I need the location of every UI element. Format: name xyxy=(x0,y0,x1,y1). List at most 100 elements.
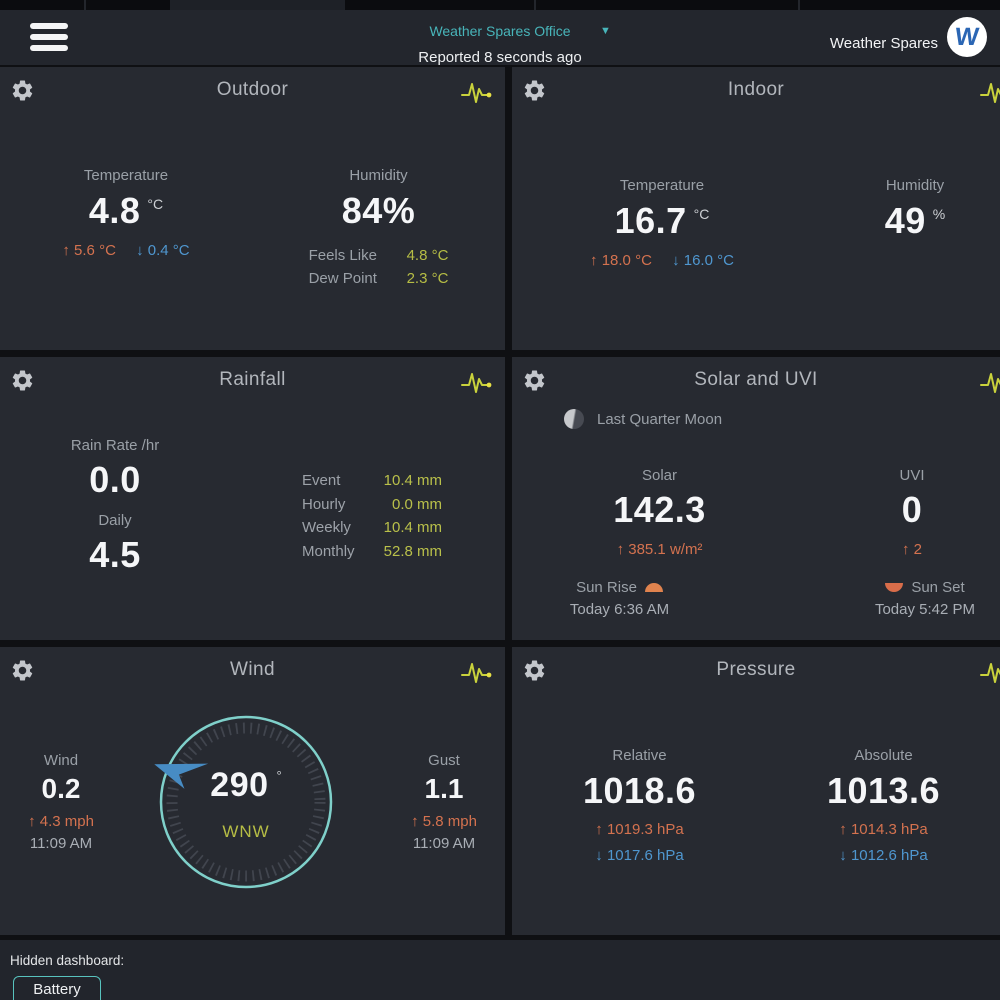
panel-title: Outdoor xyxy=(0,79,505,101)
temperature-low: 16.0 °C xyxy=(684,252,734,269)
rain-daily-label: Daily xyxy=(0,512,230,529)
rain-total-label: Weekly xyxy=(302,516,376,540)
feels-like-label: Feels Like xyxy=(309,244,393,267)
sunrise-time: Today 6:36 AM xyxy=(527,601,712,618)
panel-title: Pressure xyxy=(512,659,1000,681)
wind-gust-block: Gust 1.1 ↑ 5.8 mph 11:09 AM xyxy=(383,752,505,852)
dew-point-value: 2.3 °C xyxy=(407,267,449,290)
sunrise-label: Sun Rise xyxy=(576,579,637,596)
brand-logo-letter: W xyxy=(954,23,981,52)
sunrise-block: Sun Rise Today 6:36 AM xyxy=(527,579,712,618)
wind-gust-label: Gust xyxy=(383,752,505,769)
humidity-unit: % xyxy=(933,206,945,222)
rain-rate-block: Rain Rate /hr 0.0 Daily 4.5 xyxy=(0,437,230,576)
panel-wind: Wind Wind 0.2 ↑ 4.3 mph 11:09 AM 290° WN… xyxy=(0,647,505,935)
temperature-value: 4.8 xyxy=(89,190,141,231)
pressure-relative-high-value: 1019.3 hPa xyxy=(607,821,684,838)
tab-separator xyxy=(534,0,536,10)
humidity-value: 49 xyxy=(885,200,926,241)
pressure-absolute-high-value: 1014.3 hPa xyxy=(851,821,928,838)
tab-separator xyxy=(798,0,800,10)
solar-label: Solar xyxy=(532,467,787,484)
high-arrow-icon: ↑ xyxy=(62,242,70,259)
temperature-unit: °C xyxy=(147,196,163,212)
dew-point-row: Dew Point 2.3 °C xyxy=(252,267,505,290)
wind-gust-high-value: 5.8 mph xyxy=(423,813,477,830)
feels-like-value: 4.8 °C xyxy=(407,244,449,267)
browser-tab-strip xyxy=(0,0,1000,10)
rain-totals-table: Event10.4 mm Hourly0.0 mm Weekly10.4 mm … xyxy=(302,469,442,563)
panel-indoor: Indoor Temperature 16.7°C ↑ 18.0 °C ↓ 16… xyxy=(512,67,1000,350)
chart-pulse-icon[interactable] xyxy=(461,660,493,686)
chevron-down-icon[interactable]: ▼ xyxy=(600,25,611,37)
wind-gust-time: 11:09 AM xyxy=(383,835,505,852)
moon-phase-row: Last Quarter Moon xyxy=(564,409,722,429)
humidity-label: Humidity xyxy=(252,167,505,184)
rain-total-row: Hourly0.0 mm xyxy=(302,493,442,517)
solar-high-value: 385.1 w/m² xyxy=(628,541,702,558)
temperature-unit: °C xyxy=(694,206,710,222)
pressure-absolute-low-value: 1012.6 hPa xyxy=(851,847,928,864)
high-arrow-icon: ↑ xyxy=(617,541,625,558)
high-arrow-icon: ↑ xyxy=(839,821,847,838)
temperature-label: Temperature xyxy=(532,177,792,194)
pressure-relative-block: Relative 1018.6 ↑ 1019.3 hPa ↓ 1017.6 hP… xyxy=(512,747,767,864)
weather-dashboard: Weather Spares Office ▼ Reported 8 secon… xyxy=(0,0,1000,1000)
derived-temps: Feels Like 4.8 °C Dew Point 2.3 °C xyxy=(252,244,505,290)
wind-direction-cardinal: WNW xyxy=(158,822,334,842)
browser-active-tab xyxy=(170,0,345,10)
moon-phase-label: Last Quarter Moon xyxy=(597,411,722,428)
uvi-high: ↑ 2 xyxy=(842,541,982,558)
rain-total-row: Weekly10.4 mm xyxy=(302,516,442,540)
wind-speed-value: 0.2 xyxy=(0,773,122,805)
chart-pulse-icon[interactable] xyxy=(461,80,493,106)
wind-speed-label: Wind xyxy=(0,752,122,769)
pressure-relative-low: ↓ 1017.6 hPa xyxy=(512,847,767,864)
temperature-low: 0.4 °C xyxy=(148,242,190,259)
rain-daily-value: 4.5 xyxy=(0,534,230,576)
rain-total-row: Event10.4 mm xyxy=(302,469,442,493)
pressure-absolute-label: Absolute xyxy=(767,747,1000,764)
high-arrow-icon: ↑ xyxy=(411,813,419,830)
panel-pressure: Pressure Relative 1018.6 ↑ 1019.3 hPa ↓ … xyxy=(512,647,1000,935)
battery-dashboard-button[interactable]: Battery xyxy=(13,976,101,1000)
chart-pulse-icon[interactable] xyxy=(980,370,1000,396)
wind-speed-high: ↑ 4.3 mph xyxy=(0,813,122,830)
temperature-value: 16.7 xyxy=(615,200,687,241)
solar-block: Solar 142.3 ↑ 385.1 w/m² xyxy=(532,467,787,558)
indoor-temperature-block: Temperature 16.7°C ↑ 18.0 °C ↓ 16.0 °C xyxy=(532,177,792,269)
pressure-absolute-block: Absolute 1013.6 ↑ 1014.3 hPa ↓ 1012.6 hP… xyxy=(767,747,1000,864)
high-arrow-icon: ↑ xyxy=(590,252,598,269)
rain-total-value: 0.0 mm xyxy=(376,493,442,517)
outdoor-humidity-block: Humidity 84% Feels Like4.8 °C Dew Point2… xyxy=(252,167,505,290)
rain-rate-value: 0.0 xyxy=(0,459,230,501)
humidity-label: Humidity xyxy=(842,177,988,194)
pressure-relative-high: ↑ 1019.3 hPa xyxy=(512,821,767,838)
temperature-high: 5.6 °C xyxy=(74,242,116,259)
panel-title: Indoor xyxy=(512,79,1000,101)
solar-high: ↑ 385.1 w/m² xyxy=(532,541,787,558)
rain-total-label: Event xyxy=(302,469,376,493)
pressure-relative-value: 1018.6 xyxy=(512,770,767,812)
sunset-icon xyxy=(885,583,903,592)
footer: Hidden dashboard: Battery xyxy=(0,940,1000,1000)
moon-phase-icon xyxy=(564,409,584,429)
sunset-time: Today 5:42 PM xyxy=(840,601,1000,618)
uvi-block: UVI 0 ↑ 2 xyxy=(842,467,982,558)
pressure-absolute-value: 1013.6 xyxy=(767,770,1000,812)
uvi-high-value: 2 xyxy=(914,541,922,558)
chart-pulse-icon[interactable] xyxy=(980,660,1000,686)
low-arrow-icon: ↓ xyxy=(672,252,680,269)
uvi-value: 0 xyxy=(842,489,982,531)
wind-speed-block: Wind 0.2 ↑ 4.3 mph 11:09 AM xyxy=(0,752,122,852)
chart-pulse-icon[interactable] xyxy=(461,370,493,396)
hidden-dashboard-label: Hidden dashboard: xyxy=(10,953,124,968)
high-arrow-icon: ↑ xyxy=(595,821,603,838)
pressure-relative-low-value: 1017.6 hPa xyxy=(607,847,684,864)
app-header: Weather Spares Office ▼ Reported 8 secon… xyxy=(0,10,1000,65)
rain-total-label: Hourly xyxy=(302,493,376,517)
dew-point-label: Dew Point xyxy=(309,267,393,290)
tab-separator xyxy=(84,0,86,10)
chart-pulse-icon[interactable] xyxy=(980,80,1000,106)
wind-direction-unit: ° xyxy=(277,768,282,783)
